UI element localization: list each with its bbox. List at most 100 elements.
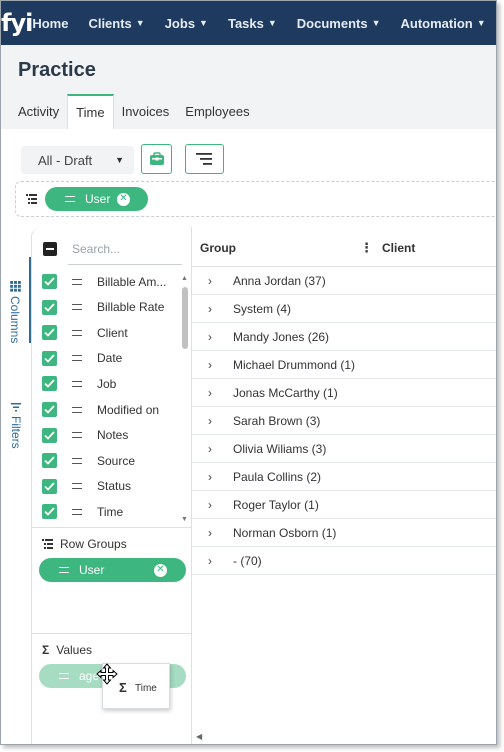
chevron-right-icon[interactable]: ›	[208, 330, 212, 344]
chevron-right-icon[interactable]: ›	[208, 414, 212, 428]
column-search-placeholder: Search...	[72, 241, 121, 256]
drag-handle-icon[interactable]	[72, 483, 82, 490]
tab-time[interactable]: Time	[67, 94, 114, 129]
column-list-item[interactable]: Billable Rate	[32, 295, 180, 320]
side-tab-filters[interactable]: Filters	[1, 403, 31, 463]
column-checkbox[interactable]	[42, 427, 57, 443]
column-checkbox[interactable]	[42, 402, 57, 417]
nav-jobs[interactable]: Jobs ▼	[165, 16, 208, 31]
scroll-up-icon[interactable]: ▲	[181, 275, 188, 282]
drag-handle-icon[interactable]	[72, 329, 82, 336]
group-column-header[interactable]: Group	[200, 241, 236, 255]
select-all-checkbox[interactable]	[43, 242, 57, 256]
nav-automation[interactable]: Automation ▼	[401, 16, 486, 31]
remove-icon[interactable]: ✕	[154, 563, 167, 577]
scroll-down-icon[interactable]: ▼	[181, 516, 188, 523]
caret-down-icon: ▼	[371, 18, 381, 28]
group-row[interactable]: › System (4)	[192, 295, 496, 323]
group-row[interactable]: › Olivia Wiliams (3)	[192, 435, 496, 463]
drag-handle-icon	[65, 196, 75, 202]
group-row[interactable]: › Roger Taylor (1)	[192, 491, 496, 519]
column-label: Billable Am...	[97, 274, 167, 289]
column-list-item[interactable]: Source	[32, 448, 180, 473]
group-row[interactable]: › Norman Osborn (1)	[192, 519, 496, 547]
chevron-right-icon[interactable]: ›	[208, 554, 212, 568]
nav-clients-label: Clients	[88, 15, 132, 31]
drag-handle-icon[interactable]	[72, 432, 82, 439]
row-group-pill-label: User	[79, 563, 105, 577]
row-group-pill-user[interactable]: User ✕	[39, 558, 186, 582]
chevron-right-icon[interactable]: ›	[208, 526, 212, 540]
chevron-right-icon[interactable]: ›	[208, 358, 212, 372]
row-group-dropzone[interactable]: User ✕	[15, 181, 496, 217]
column-checkbox[interactable]	[42, 504, 57, 520]
client-column-header[interactable]: Client	[382, 241, 415, 255]
nav-home[interactable]: Home	[32, 16, 68, 31]
column-menu-icon[interactable]: ⋮	[360, 240, 373, 256]
group-row[interactable]: › Mandy Jones (26)	[192, 323, 496, 351]
drag-handle-icon[interactable]	[72, 380, 82, 387]
chevron-right-icon[interactable]: ›	[208, 498, 212, 512]
column-checkbox[interactable]	[42, 453, 57, 469]
column-label: Status	[97, 479, 132, 494]
view-select[interactable]: All - Draft ▼	[21, 146, 134, 174]
column-search-input[interactable]: Search...	[68, 233, 182, 265]
column-checkbox[interactable]	[42, 325, 57, 341]
drag-handle-icon[interactable]	[72, 304, 82, 311]
nav-clients[interactable]: Clients ▼	[88, 16, 144, 31]
chevron-right-icon[interactable]: ›	[208, 470, 212, 484]
tab-employees[interactable]: Employees	[177, 94, 257, 129]
chevron-right-icon[interactable]: ›	[208, 302, 212, 316]
grid-header: Group ⋮ Client	[192, 227, 496, 267]
drag-handle-icon[interactable]	[72, 278, 82, 285]
fyi-logo[interactable]: fyi	[1, 1, 33, 45]
column-list-scrollbar[interactable]	[182, 287, 188, 349]
scroll-left-icon[interactable]: ◀	[196, 732, 202, 741]
group-row[interactable]: › - (70)	[192, 547, 496, 575]
drag-handle-icon	[59, 567, 69, 573]
row-group-pill-user[interactable]: User ✕	[45, 187, 148, 211]
nav-documents[interactable]: Documents ▼	[297, 16, 381, 31]
caret-down-icon: ▼	[267, 18, 277, 28]
caret-down-icon: ▼	[135, 18, 145, 28]
drag-handle-icon[interactable]	[72, 508, 82, 515]
column-list-item[interactable]: Job	[32, 371, 180, 396]
drag-handle-icon[interactable]	[72, 457, 82, 464]
column-list-item[interactable]: Time	[32, 499, 180, 524]
column-list-item[interactable]: Billable Am...	[32, 269, 180, 294]
column-list-item[interactable]: Status	[32, 474, 180, 499]
chevron-right-icon[interactable]: ›	[208, 274, 212, 288]
tab-activity[interactable]: Activity	[10, 94, 67, 129]
column-checkbox[interactable]	[42, 299, 57, 315]
drag-handle-icon[interactable]	[72, 406, 82, 413]
group-row[interactable]: › Jonas McCarthy (1)	[192, 379, 496, 407]
row-groups-toggle-button[interactable]	[185, 144, 224, 174]
side-tab-columns[interactable]: Columns	[1, 257, 31, 343]
tab-invoices[interactable]: Invoices	[114, 94, 178, 129]
group-row[interactable]: › Paula Collins (2)	[192, 463, 496, 491]
briefcase-button[interactable]	[141, 144, 172, 174]
caret-down-icon: ▼	[476, 18, 486, 28]
group-row[interactable]: › Sarah Brown (3)	[192, 407, 496, 435]
column-checkbox[interactable]	[42, 376, 57, 392]
checkmark-icon	[44, 405, 55, 414]
chevron-right-icon[interactable]: ›	[208, 386, 212, 400]
drag-handle-icon[interactable]	[72, 355, 82, 362]
column-checkbox[interactable]	[42, 274, 57, 289]
chevron-right-icon[interactable]: ›	[208, 442, 212, 456]
column-list-item[interactable]: Notes	[32, 423, 180, 448]
checkmark-icon	[44, 277, 55, 286]
column-list-item[interactable]: Modified on	[32, 397, 180, 422]
remove-icon[interactable]: ✕	[117, 192, 130, 206]
drag-ghost-label: Time	[135, 683, 157, 694]
values-title: Σ Values	[42, 643, 92, 657]
column-list-item[interactable]: Client	[32, 320, 180, 345]
group-row[interactable]: › Anna Jordan (37)	[192, 267, 496, 295]
nav-tasks[interactable]: Tasks ▼	[228, 16, 277, 31]
checkmark-icon	[44, 482, 55, 491]
column-list-item[interactable]: Date	[32, 346, 180, 371]
row-groups-section: Row Groups User ✕	[32, 527, 193, 633]
group-row[interactable]: › Michael Drummond (1)	[192, 351, 496, 379]
column-checkbox[interactable]	[42, 478, 57, 494]
column-checkbox[interactable]	[42, 350, 57, 366]
